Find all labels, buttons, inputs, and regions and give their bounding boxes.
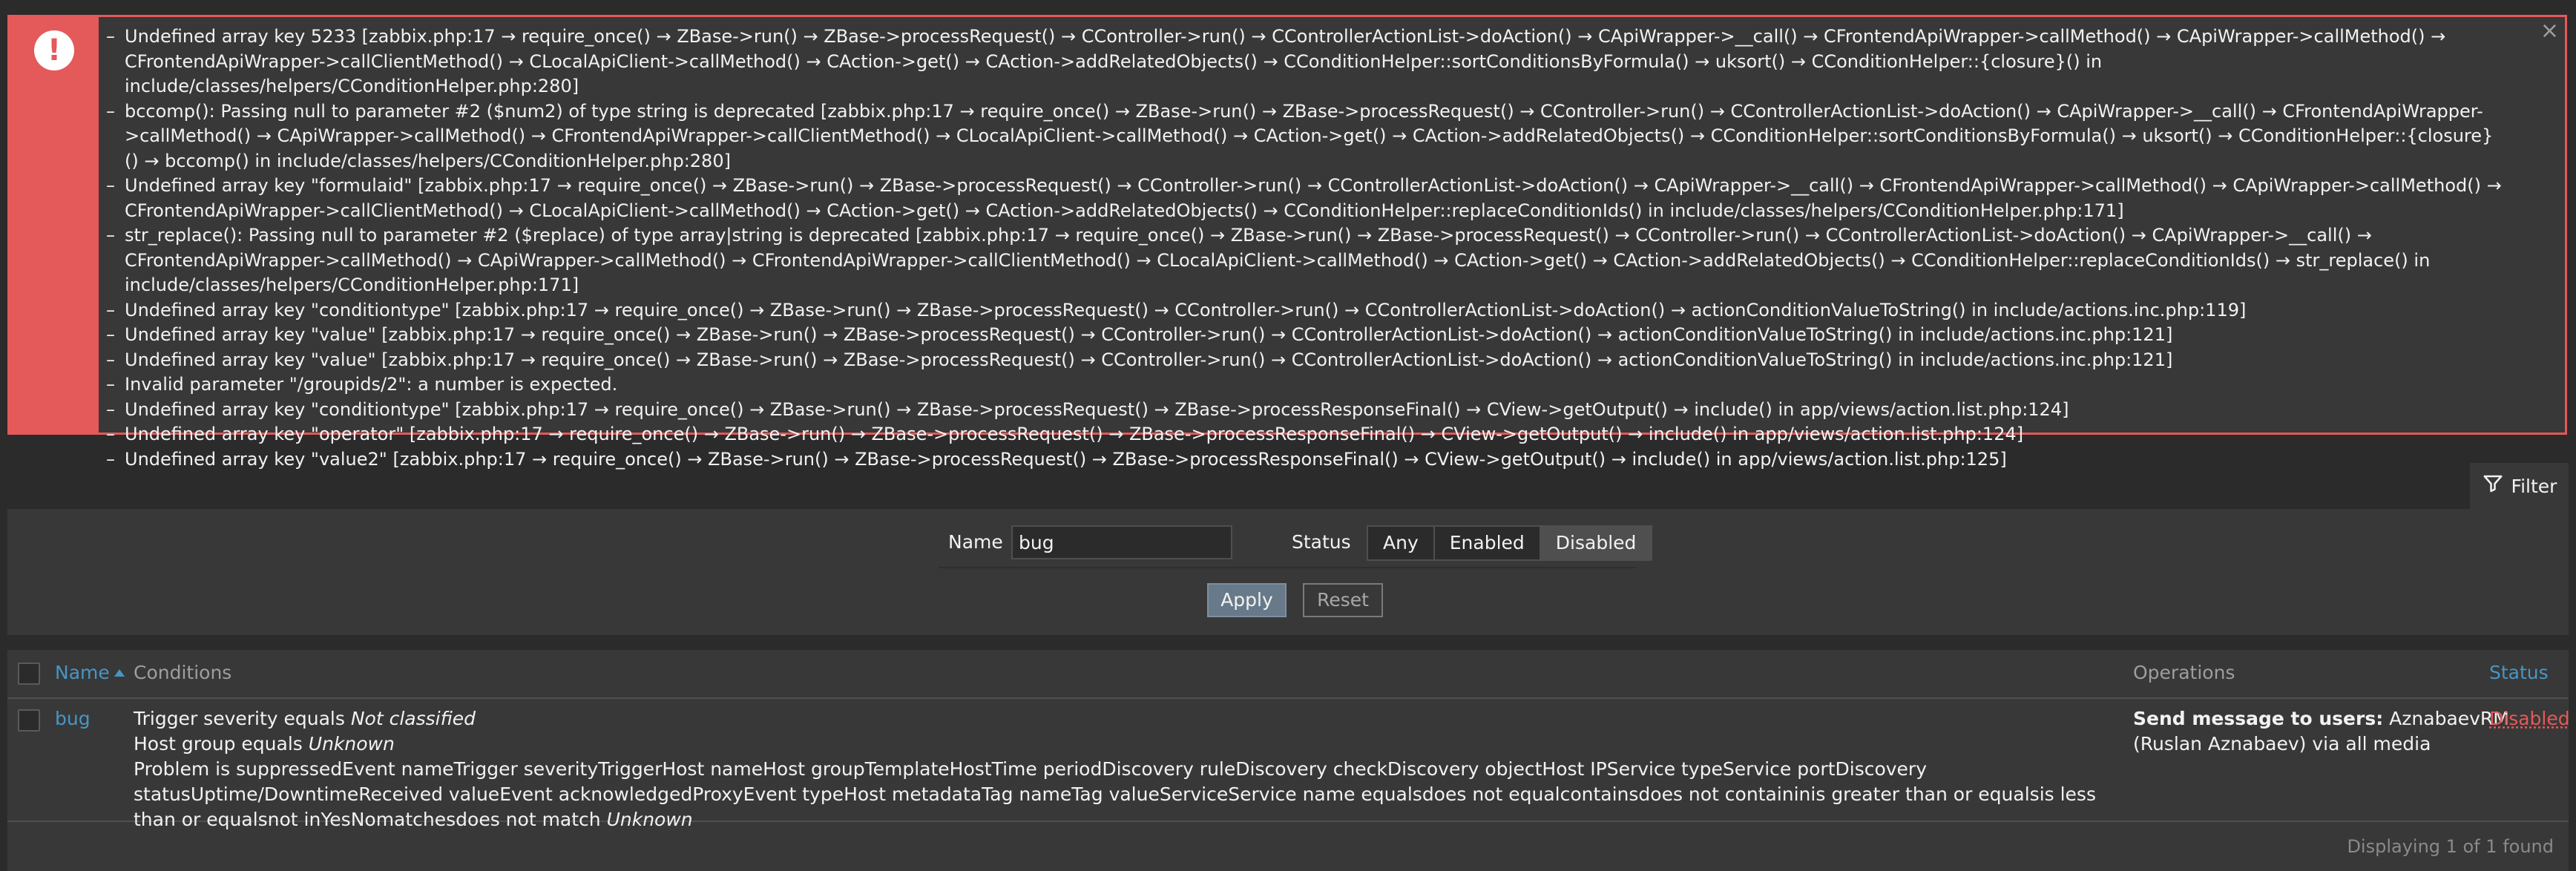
column-header-conditions: Conditions xyxy=(134,662,232,683)
apply-button[interactable]: Apply xyxy=(1207,583,1287,617)
name-filter-input[interactable] xyxy=(1011,525,1232,559)
error-item: Invalid parameter "/groupids/2": a numbe… xyxy=(106,372,2503,398)
status-filter-label: Status xyxy=(1292,531,1351,553)
reset-button[interactable]: Reset xyxy=(1303,583,1383,617)
filter-tab-label: Filter xyxy=(2511,475,2557,497)
table-row: bug Trigger severity equals Not classifi… xyxy=(7,699,2570,830)
funnel-icon xyxy=(2482,473,2504,499)
sort-ascending-icon xyxy=(114,669,125,677)
action-name-link[interactable]: bug xyxy=(55,706,91,732)
error-item: Undefined array key "conditiontype" [zab… xyxy=(106,298,2503,323)
error-item: bccomp(): Passing null to parameter #2 (… xyxy=(106,99,2503,174)
error-item: Undefined array key "value" [zabbix.php:… xyxy=(106,323,2503,348)
select-all-checkbox[interactable] xyxy=(18,663,40,685)
status-option-any[interactable]: Any xyxy=(1368,527,1435,559)
error-list: Undefined array key 5233 [zabbix.php:17 … xyxy=(106,24,2503,472)
column-header-operations: Operations xyxy=(2133,662,2235,683)
condition-value: Not classified xyxy=(350,708,476,729)
operation-type: Send message to users: xyxy=(2133,708,2384,729)
condition-text: Problem is suppressedEvent nameTrigger s… xyxy=(134,758,2096,830)
name-filter-label: Name xyxy=(948,531,1003,553)
condition-value: Unknown xyxy=(606,809,693,830)
filter-tab[interactable]: Filter xyxy=(2470,463,2569,509)
condition-text: Host group equals xyxy=(134,733,309,755)
error-item: Undefined array key "value" [zabbix.php:… xyxy=(106,348,2503,373)
status-option-enabled[interactable]: Enabled xyxy=(1434,527,1541,559)
table-stats: Displaying 1 of 1 found xyxy=(2347,836,2554,857)
filter-panel: Name Status Any Enabled Disabled Apply R… xyxy=(7,509,2569,635)
condition-line: Host group equals Unknown xyxy=(134,732,2122,757)
exclamation-circle-icon: ! xyxy=(34,30,74,70)
operations-cell: Send message to users: AznabaevRM (Rusla… xyxy=(2133,706,2519,757)
status-option-disabled[interactable]: Disabled xyxy=(1540,527,1652,559)
column-header-name-label: Name xyxy=(55,662,110,683)
error-item: Undefined array key 5233 [zabbix.php:17 … xyxy=(106,24,2503,99)
page: ! × Undefined array key 5233 [zabbix.php… xyxy=(0,0,2576,871)
row-checkbox[interactable] xyxy=(18,709,40,732)
error-item: Undefined array key "operator" [zabbix.p… xyxy=(106,422,2503,447)
condition-line: Problem is suppressedEvent nameTrigger s… xyxy=(134,757,2122,832)
table-header: Name Conditions Operations Status xyxy=(7,650,2569,699)
condition-line: Trigger severity equals Not classified xyxy=(134,706,2122,732)
conditions-cell: Trigger severity equals Not classified H… xyxy=(134,706,2122,832)
status-filter-segmented: Any Enabled Disabled xyxy=(1367,525,1653,561)
actions-table: Name Conditions Operations Status bug Tr… xyxy=(7,650,2570,871)
error-item: str_replace(): Passing null to parameter… xyxy=(106,223,2503,298)
condition-text: Trigger severity equals xyxy=(134,708,351,729)
condition-value: Unknown xyxy=(308,733,395,755)
error-item: Undefined array key "value2" [zabbix.php… xyxy=(106,447,2503,473)
error-sidebar: ! xyxy=(10,17,99,433)
error-item: Undefined array key "formulaid" [zabbix.… xyxy=(106,174,2503,223)
error-message-box: ! × Undefined array key 5233 [zabbix.php… xyxy=(7,15,2567,472)
filter-divider xyxy=(939,567,1636,568)
column-header-status[interactable]: Status xyxy=(2489,660,2549,686)
status-toggle-link[interactable]: Disabled xyxy=(2489,706,2570,732)
column-header-name[interactable]: Name xyxy=(55,660,125,686)
error-item: Undefined array key "conditiontype" [zab… xyxy=(106,398,2503,423)
close-icon[interactable]: × xyxy=(2540,20,2559,42)
